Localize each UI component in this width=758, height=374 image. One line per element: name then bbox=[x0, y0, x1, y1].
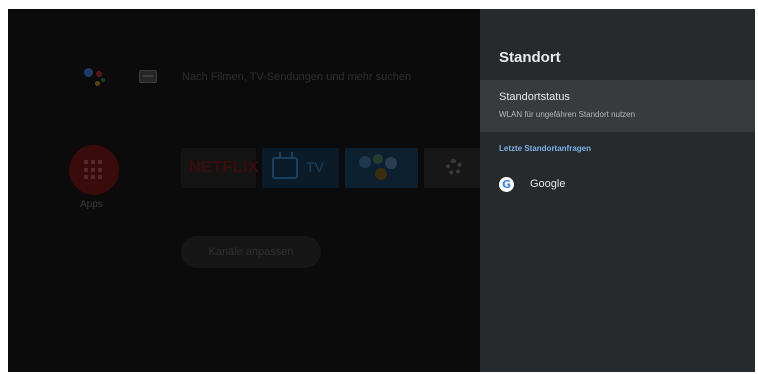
keyboard-icon[interactable] bbox=[139, 70, 157, 83]
settings-tile[interactable] bbox=[424, 148, 480, 188]
netflix-tile[interactable]: NETFLIX bbox=[181, 148, 260, 188]
panel-title: Standort bbox=[499, 49, 561, 66]
location-status-subtitle: WLAN für ungefähren Standort nutzen bbox=[499, 110, 636, 119]
recent-request-app-name: Google bbox=[530, 178, 566, 190]
tv-screen: Nach Filmen, TV-Sendungen und mehr suche… bbox=[8, 9, 755, 372]
tv-tile-label: TV bbox=[306, 159, 324, 175]
google-icon: G bbox=[499, 177, 514, 192]
customize-channels-button[interactable]: Kanäle anpassen bbox=[181, 236, 321, 268]
media-app-tile[interactable] bbox=[345, 148, 418, 188]
netflix-logo: NETFLIX bbox=[189, 159, 260, 176]
apps-button[interactable] bbox=[69, 145, 119, 195]
tv-icon bbox=[272, 157, 298, 179]
location-status-item[interactable]: Standortstatus WLAN für ungefähren Stand… bbox=[480, 80, 755, 132]
tv-app-tile[interactable]: TV bbox=[262, 148, 339, 188]
recent-requests-header: Letzte Standortanfragen bbox=[499, 144, 592, 153]
location-settings-panel: Standort Standortstatus WLAN für ungefäh… bbox=[480, 9, 755, 372]
google-assistant-icon[interactable] bbox=[82, 64, 108, 92]
apps-label: Apps bbox=[80, 199, 103, 210]
recent-request-item-google[interactable]: G Google bbox=[480, 169, 755, 201]
gear-icon bbox=[446, 159, 462, 175]
home-screen-dimmed: Nach Filmen, TV-Sendungen und mehr suche… bbox=[8, 9, 480, 372]
location-status-title: Standortstatus bbox=[499, 91, 570, 103]
apps-grid-icon bbox=[84, 160, 104, 180]
search-hint[interactable]: Nach Filmen, TV-Sendungen und mehr suche… bbox=[182, 71, 411, 83]
